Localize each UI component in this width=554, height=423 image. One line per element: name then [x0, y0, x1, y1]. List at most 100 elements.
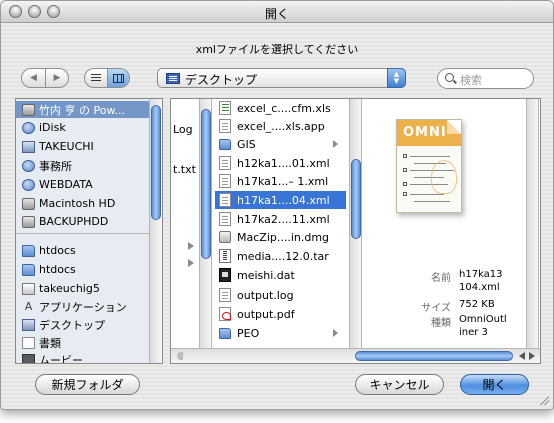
sidebar-item-macintosh-hd[interactable]: Macintosh HD [16, 195, 150, 212]
folder-row[interactable]: PEO [215, 324, 346, 342]
outline-line [410, 194, 444, 195]
preview-kind-value-line2: iner 3 [459, 327, 488, 338]
sidebar-item-label: htdocs [39, 244, 76, 257]
page-fold [447, 120, 461, 134]
file-row[interactable]: media....12.0.tar [215, 247, 346, 265]
movies-icon [22, 353, 35, 363]
search-icon [445, 73, 454, 82]
checkbox-mark [403, 154, 407, 158]
sidebar-item-desktop[interactable]: デスクトップ [16, 316, 150, 333]
sidebar-item-documents[interactable]: 書類 [16, 334, 150, 351]
sidebar-item-takeuchi[interactable]: TAKEUCHI [16, 138, 150, 155]
preview-name-value-line1: h17ka13 [459, 269, 503, 280]
previous-column-item[interactable]: t.txt [173, 163, 196, 176]
file-name: output.pdf [237, 307, 295, 321]
sidebar-item-computer[interactable]: 竹内 亨 の Pow... [16, 101, 150, 118]
xls-icon [219, 101, 231, 115]
dialog-prompt: xmlファイルを選択してください [195, 43, 359, 56]
sidebar-item-idisk[interactable]: iDisk [16, 119, 150, 136]
disclosure-arrow-icon [188, 242, 194, 250]
omnioutliner-document-icon: OMNI [396, 119, 462, 213]
preview-column-scrollbar[interactable] [526, 99, 539, 348]
scroll-left-arrow-icon[interactable] [519, 352, 525, 360]
xml-file-icon [219, 193, 231, 207]
preview-kind-label: 種類 [431, 318, 451, 329]
preview-name-value-line2: 104.xml [459, 282, 500, 293]
disk-image-icon [219, 231, 231, 243]
file-row[interactable]: excel_....xls.app [215, 117, 346, 135]
preview-size-value: 752 KB [459, 299, 495, 310]
sidebar-item-htdocs[interactable]: htdocs [16, 242, 150, 259]
desktop-icon [22, 318, 35, 331]
file-column-scroll-thumb[interactable] [351, 159, 361, 239]
sidebar-item-htdocs-2[interactable]: htdocs [16, 261, 150, 278]
column-view-icon [112, 73, 124, 83]
preview-kind-value-line1: OmniOutl [459, 314, 507, 325]
column-view-button[interactable] [106, 69, 129, 87]
search-field[interactable]: 検索 [437, 68, 534, 89]
file-name: h12ka1....01.xml [237, 156, 330, 170]
file-row[interactable]: output.log [215, 286, 346, 304]
folder-icon [219, 327, 231, 339]
sidebar-item-label: アプリケーション [39, 300, 127, 314]
forward-button[interactable]: ▶ [45, 69, 68, 87]
resize-grip-icon[interactable] [539, 395, 549, 405]
title-bar: 開く [1, 1, 553, 23]
file-row[interactable]: excel_c....cfm.xls [215, 99, 346, 117]
popup-arrows-icon: ▲ ▼ [387, 68, 406, 88]
sidebar-item-office[interactable]: 事務所 [16, 157, 150, 174]
previous-column-scrollbar[interactable] [199, 99, 212, 348]
file-row[interactable]: output.pdf [215, 305, 346, 323]
user-icon [22, 140, 35, 153]
file-name: h17ka2....11.xml [237, 212, 330, 226]
column-browser: Log t.txt excel_c....cfm.xls excel_....x… [170, 98, 541, 364]
location-popup[interactable]: デスクトップ ▲ ▼ [157, 68, 406, 88]
scroll-right-arrow-icon[interactable] [529, 352, 535, 360]
sidebar-item-label: WEBDATA [39, 178, 93, 191]
file-row[interactable]: h17ka1...– 1.xml [215, 172, 346, 190]
sidebar-scrollbar[interactable] [149, 99, 162, 363]
sidebar-divider [16, 233, 150, 234]
file-name: media....12.0.tar [237, 249, 329, 263]
file-row[interactable]: meishi.dat [215, 266, 346, 284]
xml-file-icon [219, 174, 231, 188]
lightbulb-watermark [431, 160, 457, 194]
open-button[interactable]: 開く [460, 374, 529, 395]
file-column-scrollbar[interactable] [349, 99, 362, 348]
sidebar-item-label: takeuchig5 [39, 282, 100, 295]
hard-drive-icon [22, 197, 35, 210]
location-popup-label: デスクトップ [185, 73, 258, 87]
file-row[interactable]: h12ka1....01.xml [215, 154, 346, 172]
browser-horizontal-scrollbar[interactable] [171, 348, 540, 363]
file-name: excel_....xls.app [237, 119, 325, 133]
back-button[interactable]: ◀ [22, 69, 45, 87]
folder-row[interactable]: GIS [215, 135, 346, 153]
sidebar-item-backuphdd[interactable]: BACKUPHDD [16, 213, 150, 230]
open-dialog: 開く xmlファイルを選択してください ◀ ▶ デスクトップ ▲ ▼ 検索 竹内 … [0, 0, 554, 410]
list-view-button[interactable] [85, 69, 107, 87]
file-row[interactable]: MacZip....in.dmg [215, 228, 346, 246]
sidebar-item-label: BACKUPHDD [39, 215, 109, 228]
file-row[interactable]: h17ka2....11.xml [215, 210, 346, 228]
cancel-button[interactable]: キャンセル [355, 374, 444, 395]
folder-icon [22, 244, 35, 257]
window-title: 開く [264, 7, 289, 21]
file-row-selected[interactable]: h17ka1....04.xml [215, 191, 346, 209]
sidebar-item-label: デスクトップ [39, 318, 105, 332]
sidebar-item-movies[interactable]: ムービー [16, 351, 150, 363]
sidebar-item-home[interactable]: takeuchig5 [16, 280, 150, 297]
computer-icon [22, 103, 35, 116]
new-folder-button[interactable]: 新規フォルダ [35, 374, 140, 395]
sidebar-item-label: htdocs [39, 263, 76, 276]
sidebar-item-webdata[interactable]: WEBDATA [16, 176, 150, 193]
outline-line [410, 156, 450, 157]
file-name: MacZip....in.dmg [237, 230, 330, 244]
sidebar-scroll-thumb[interactable] [151, 105, 161, 220]
sidebar-item-label: iDisk [39, 121, 66, 134]
list-view-icon [90, 74, 101, 82]
sidebar-item-applications[interactable]: A アプリケーション [16, 298, 150, 315]
checkbox-mark [403, 192, 407, 196]
horizontal-scroll-thumb[interactable] [355, 351, 513, 361]
previous-column-scroll-thumb[interactable] [201, 109, 211, 259]
previous-column-item[interactable]: Log [173, 123, 193, 136]
